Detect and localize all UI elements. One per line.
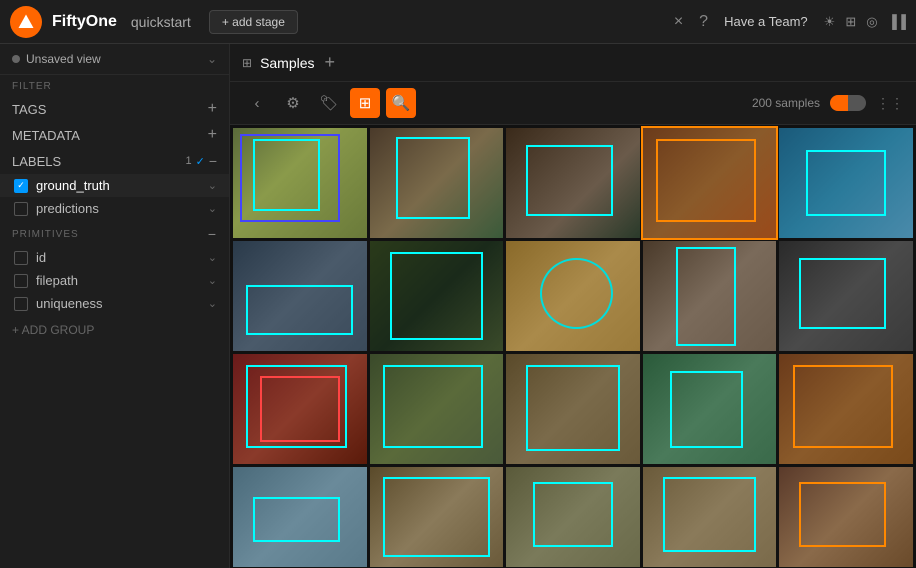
- filter-section-header: FILTER: [0, 75, 229, 96]
- sidebar-item-metadata[interactable]: METADATA +: [0, 122, 229, 148]
- image-cell-cat2[interactable]: [506, 241, 640, 351]
- image-cell-bear1[interactable]: [506, 354, 640, 464]
- filepath-label: filepath: [36, 273, 208, 288]
- label-item-predictions[interactable]: predictions ⌄: [0, 197, 229, 220]
- uniqueness-checkbox[interactable]: [14, 297, 28, 311]
- samples-grid-icon: ⊞: [242, 56, 252, 70]
- samples-title: Samples: [260, 55, 314, 71]
- image-cell-train[interactable]: [233, 241, 367, 351]
- image-cell-lobster[interactable]: [233, 354, 367, 464]
- image-cell-cat5[interactable]: [643, 467, 777, 567]
- primitive-item-id[interactable]: id ⌄: [0, 246, 229, 269]
- github-icon[interactable]: ◎: [866, 14, 877, 30]
- primitives-section-header: PRIMITIVES −: [0, 220, 229, 246]
- ground-truth-checkbox[interactable]: ✓: [14, 179, 28, 193]
- tag-button[interactable]: 🏷: [314, 88, 344, 118]
- menu-icon[interactable]: ▐▐: [888, 14, 906, 29]
- image-grid-container: [230, 125, 916, 568]
- add-group-button[interactable]: + ADD GROUP: [0, 315, 229, 345]
- view-label: Unsaved view: [26, 52, 207, 66]
- close-icon[interactable]: ×: [674, 13, 683, 31]
- id-checkbox[interactable]: [14, 251, 28, 265]
- main-layout: Unsaved view ⌄ FILTER TAGS + METADATA + …: [0, 44, 916, 568]
- labels-count: 1: [185, 155, 191, 167]
- labels-minus-icon[interactable]: −: [209, 153, 217, 169]
- primitives-minus-icon[interactable]: −: [208, 226, 217, 242]
- image-cell-plane[interactable]: [233, 467, 367, 567]
- labels-label: LABELS: [12, 154, 185, 169]
- dataset-name: quickstart: [131, 14, 191, 30]
- team-text: Have a Team?: [724, 14, 808, 29]
- primitive-item-filepath[interactable]: filepath ⌄: [0, 269, 229, 292]
- grid-row-3: [233, 354, 913, 464]
- predictions-chevron[interactable]: ⌄: [208, 202, 217, 215]
- toolbar-right: 200 samples ⋮⋮: [752, 95, 904, 112]
- image-cell-cow[interactable]: [370, 241, 504, 351]
- sample-count: 200 samples: [752, 96, 820, 110]
- id-label: id: [36, 250, 208, 265]
- samples-header: ⊞ Samples +: [230, 44, 916, 82]
- grid-icon[interactable]: ⊞: [845, 14, 856, 30]
- grid-row-1: [233, 128, 913, 238]
- topbar: FiftyOne quickstart + add stage × ? Have…: [0, 0, 916, 44]
- sidebar-item-labels[interactable]: LABELS 1 ✓ −: [0, 148, 229, 174]
- content-area: ⊞ Samples + ‹ ⚙ 🏷 ⊞ 🔍 200 samples ⋮⋮: [230, 44, 916, 568]
- sun-icon[interactable]: ☀: [824, 14, 836, 30]
- help-icon[interactable]: ?: [699, 13, 708, 31]
- image-cell-cat4[interactable]: [506, 467, 640, 567]
- ground-truth-chevron[interactable]: ⌄: [208, 179, 217, 192]
- topbar-right: × ? Have a Team? ☀ ⊞ ◎ ▐▐: [674, 13, 906, 31]
- image-cell-cake[interactable]: [779, 128, 913, 238]
- topbar-icons: ☀ ⊞ ◎ ▐▐: [824, 14, 906, 30]
- tags-add-icon[interactable]: +: [208, 101, 217, 117]
- back-button[interactable]: ‹: [242, 88, 272, 118]
- uniqueness-label: uniqueness: [36, 296, 208, 311]
- toolbar: ‹ ⚙ 🏷 ⊞ 🔍 200 samples ⋮⋮: [230, 82, 916, 125]
- grid-view-button[interactable]: ⊞: [350, 88, 380, 118]
- metadata-add-icon[interactable]: +: [208, 127, 217, 143]
- view-chevron: ⌄: [207, 52, 217, 66]
- filepath-chevron[interactable]: ⌄: [208, 274, 217, 287]
- image-cell-turkey[interactable]: [233, 128, 367, 238]
- predictions-label: predictions: [36, 201, 208, 216]
- check-icon: ✓: [17, 180, 25, 191]
- app-name: FiftyOne: [52, 13, 117, 31]
- view-dot: [12, 55, 20, 63]
- predictions-checkbox[interactable]: [14, 202, 28, 216]
- image-cell-toy[interactable]: [643, 354, 777, 464]
- grid-dots-icon[interactable]: ⋮⋮: [876, 95, 904, 112]
- grid-row-2: [233, 241, 913, 351]
- image-cell-person[interactable]: [643, 241, 777, 351]
- image-cell-food[interactable]: [643, 128, 777, 238]
- settings-button[interactable]: ⚙: [278, 88, 308, 118]
- samples-add-button[interactable]: +: [325, 52, 336, 73]
- image-cell-pizza[interactable]: [779, 354, 913, 464]
- labels-check-icon: ✓: [196, 155, 205, 168]
- image-cell-cat3[interactable]: [779, 241, 913, 351]
- primitives-label: PRIMITIVES: [12, 229, 79, 240]
- toggle-track[interactable]: [830, 95, 866, 111]
- add-stage-button[interactable]: + add stage: [209, 10, 298, 34]
- image-cell-cat1[interactable]: [506, 128, 640, 238]
- metadata-label: METADATA: [12, 128, 208, 143]
- filepath-checkbox[interactable]: [14, 274, 28, 288]
- grid-row-4: [233, 467, 913, 567]
- image-cell-horse[interactable]: [370, 128, 504, 238]
- logo: [10, 6, 42, 38]
- sidebar: Unsaved view ⌄ FILTER TAGS + METADATA + …: [0, 44, 230, 568]
- image-cell-bear2[interactable]: [370, 467, 504, 567]
- uniqueness-chevron[interactable]: ⌄: [208, 297, 217, 310]
- image-cell-dog1[interactable]: [779, 467, 913, 567]
- id-chevron[interactable]: ⌄: [208, 251, 217, 264]
- ground-truth-label: ground_truth: [36, 178, 208, 193]
- sidebar-item-tags[interactable]: TAGS +: [0, 96, 229, 122]
- tags-label: TAGS: [12, 102, 208, 117]
- toggle-wrap: [830, 95, 866, 111]
- search-button[interactable]: 🔍: [386, 88, 416, 118]
- primitive-item-uniqueness[interactable]: uniqueness ⌄: [0, 292, 229, 315]
- view-selector[interactable]: Unsaved view ⌄: [0, 44, 229, 75]
- filter-label: FILTER: [12, 81, 52, 92]
- label-item-ground-truth[interactable]: ✓ ground_truth ⌄: [0, 174, 229, 197]
- image-cell-dogs[interactable]: [370, 354, 504, 464]
